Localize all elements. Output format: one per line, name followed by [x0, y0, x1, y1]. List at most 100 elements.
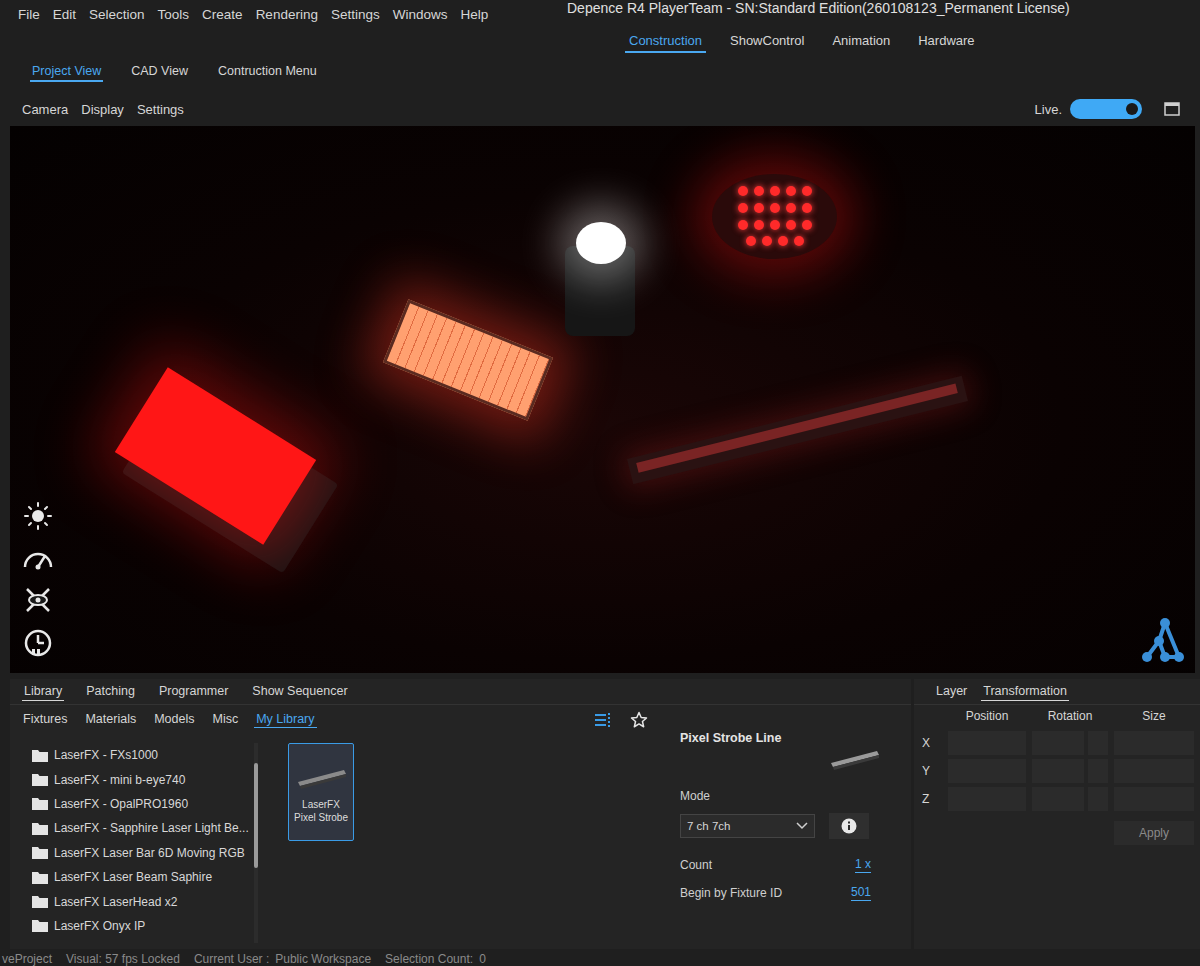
- rotation-input[interactable]: [1032, 787, 1084, 811]
- library-tab[interactable]: Models: [152, 712, 196, 728]
- menu-item[interactable]: Rendering: [256, 7, 318, 60]
- count-value[interactable]: 1 x: [855, 857, 871, 872]
- position-input[interactable]: [948, 759, 1026, 783]
- timer-icon[interactable]: [22, 627, 54, 659]
- info-button[interactable]: [829, 813, 869, 839]
- viewport-toolbar: Camera Display Settings Live.: [0, 92, 1200, 126]
- mode-select[interactable]: 7 ch 7ch: [680, 814, 815, 838]
- view-tab[interactable]: Contruction Menu: [216, 64, 319, 82]
- status-item: Visual: 57 fps Locked: [66, 952, 180, 966]
- size-input[interactable]: [1114, 759, 1194, 783]
- position-input[interactable]: [948, 787, 1026, 811]
- transform-column-header: Size: [1114, 709, 1194, 727]
- led-dot: [770, 203, 780, 213]
- status-item: Public Workspace: [275, 952, 371, 966]
- view-tab[interactable]: CAD View: [129, 64, 190, 82]
- folder-item[interactable]: LaserFX Laser Bar 6D Moving RGB: [32, 841, 250, 865]
- menu-item[interactable]: Help: [460, 7, 488, 60]
- folder-item[interactable]: LaserFX LaserHead x2: [32, 889, 250, 913]
- folder-list: LaserFX - FXs1000LaserFX - mini b-eye740…: [10, 743, 250, 943]
- menu-item[interactable]: Settings: [331, 7, 380, 60]
- transform-grid: PositionRotationSizeXYZApply: [914, 705, 1200, 845]
- chevron-down-icon: [796, 822, 808, 830]
- side-tab[interactable]: Transformation: [981, 684, 1069, 701]
- list-view-icon[interactable]: [594, 712, 612, 728]
- sun-icon[interactable]: [23, 501, 53, 531]
- menu-item[interactable]: File: [18, 7, 40, 60]
- viewport-menu-item[interactable]: Camera: [22, 102, 68, 117]
- viewport-tools: [22, 501, 54, 659]
- library-tabs: Fixtures Materials Models Misc My Library: [21, 712, 594, 728]
- menu-item[interactable]: Windows: [393, 7, 448, 60]
- network-icon[interactable]: [1139, 615, 1187, 665]
- mode-tab[interactable]: Animation: [828, 33, 894, 53]
- led-dot: [754, 220, 764, 230]
- rotation-input[interactable]: [1032, 759, 1084, 783]
- mode-tabs: Construction ShowControl Animation Hardware: [625, 33, 1200, 53]
- window-title: Depence R4 PlayerTeam - SN:Standard Edit…: [567, 0, 1200, 16]
- folder-icon: [32, 773, 48, 786]
- library-tab[interactable]: Misc: [210, 712, 240, 728]
- led-dot: [802, 186, 812, 196]
- live-label: Live.: [1035, 102, 1062, 117]
- title-area: Depence R4 PlayerTeam - SN:Standard Edit…: [567, 0, 1200, 60]
- menu-item[interactable]: Edit: [53, 7, 76, 60]
- led-dot: [778, 236, 788, 246]
- folder-item[interactable]: LaserFX Onyx IP: [32, 914, 250, 938]
- rotation-step-input[interactable]: [1088, 759, 1108, 783]
- 3d-viewport[interactable]: [10, 126, 1195, 673]
- transform-panel: LayerTransformationPositionRotationSizeX…: [914, 679, 1200, 949]
- library-item-card[interactable]: LaserFX Pixel Strobe: [288, 743, 354, 841]
- side-tab[interactable]: Layer: [934, 684, 969, 701]
- folder-item[interactable]: LaserFX - Sapphire Laser Light Be...: [32, 816, 250, 840]
- rotation-step-input[interactable]: [1088, 787, 1108, 811]
- led-dot: [802, 203, 812, 213]
- axis-label: X: [922, 736, 942, 750]
- info-icon: [841, 818, 857, 834]
- led-dot: [786, 203, 796, 213]
- led-dot: [770, 186, 780, 196]
- folder-item[interactable]: LaserFX - FXs1000: [32, 743, 250, 767]
- top-bar: File Edit Selection Tools Create Rendering Set…: [0, 0, 1200, 60]
- led-dot: [738, 186, 748, 196]
- library-panel: Library Patching Programmer Show Sequencer F…: [10, 679, 911, 949]
- view-tab[interactable]: Project View: [30, 64, 103, 82]
- apply-button[interactable]: Apply: [1114, 821, 1194, 845]
- led-dot: [746, 236, 756, 246]
- begin-id-value[interactable]: 501: [851, 885, 871, 900]
- rotation-input[interactable]: [1032, 731, 1084, 755]
- gauge-icon[interactable]: [22, 543, 54, 573]
- viewport-menu-item[interactable]: Display: [81, 102, 124, 117]
- library-tab[interactable]: Fixtures: [21, 712, 69, 728]
- star-icon[interactable]: [630, 711, 648, 729]
- folder-item[interactable]: LaserFX Laser Beam Saphire: [32, 865, 250, 889]
- panel-tab[interactable]: Library: [22, 684, 64, 701]
- position-input[interactable]: [948, 731, 1026, 755]
- menu-item[interactable]: Create: [202, 7, 243, 60]
- folder-scrollbar[interactable]: [254, 743, 258, 943]
- led-dot: [754, 186, 764, 196]
- fullscreen-icon[interactable]: [1164, 102, 1180, 116]
- rotation-step-input[interactable]: [1088, 731, 1108, 755]
- led-dot: [738, 203, 748, 213]
- folder-item[interactable]: LaserFX - OpalPRO1960: [32, 792, 250, 816]
- mode-tab[interactable]: Hardware: [914, 33, 978, 53]
- viewport-menu-item[interactable]: Settings: [137, 102, 184, 117]
- panel-tab[interactable]: Programmer: [157, 684, 230, 701]
- menu-item[interactable]: Tools: [158, 7, 190, 60]
- mode-tab[interactable]: ShowControl: [726, 33, 808, 53]
- size-input[interactable]: [1114, 787, 1194, 811]
- panel-tab[interactable]: Patching: [84, 684, 137, 701]
- transform-column-header: Position: [948, 709, 1026, 727]
- library-tab[interactable]: My Library: [254, 712, 316, 728]
- panel-tab[interactable]: Show Sequencer: [250, 684, 349, 701]
- folder-item[interactable]: LaserFX - mini b-eye740: [32, 767, 250, 791]
- folder-icon: [32, 822, 48, 835]
- live-toggle[interactable]: [1070, 99, 1142, 119]
- mode-tab[interactable]: Construction: [625, 33, 706, 53]
- menu-item[interactable]: Selection: [89, 7, 145, 60]
- eye-tools-icon[interactable]: [23, 585, 53, 615]
- library-tab[interactable]: Materials: [83, 712, 138, 728]
- size-input[interactable]: [1114, 731, 1194, 755]
- panel-tabs: Library Patching Programmer Show Sequencer: [10, 679, 911, 705]
